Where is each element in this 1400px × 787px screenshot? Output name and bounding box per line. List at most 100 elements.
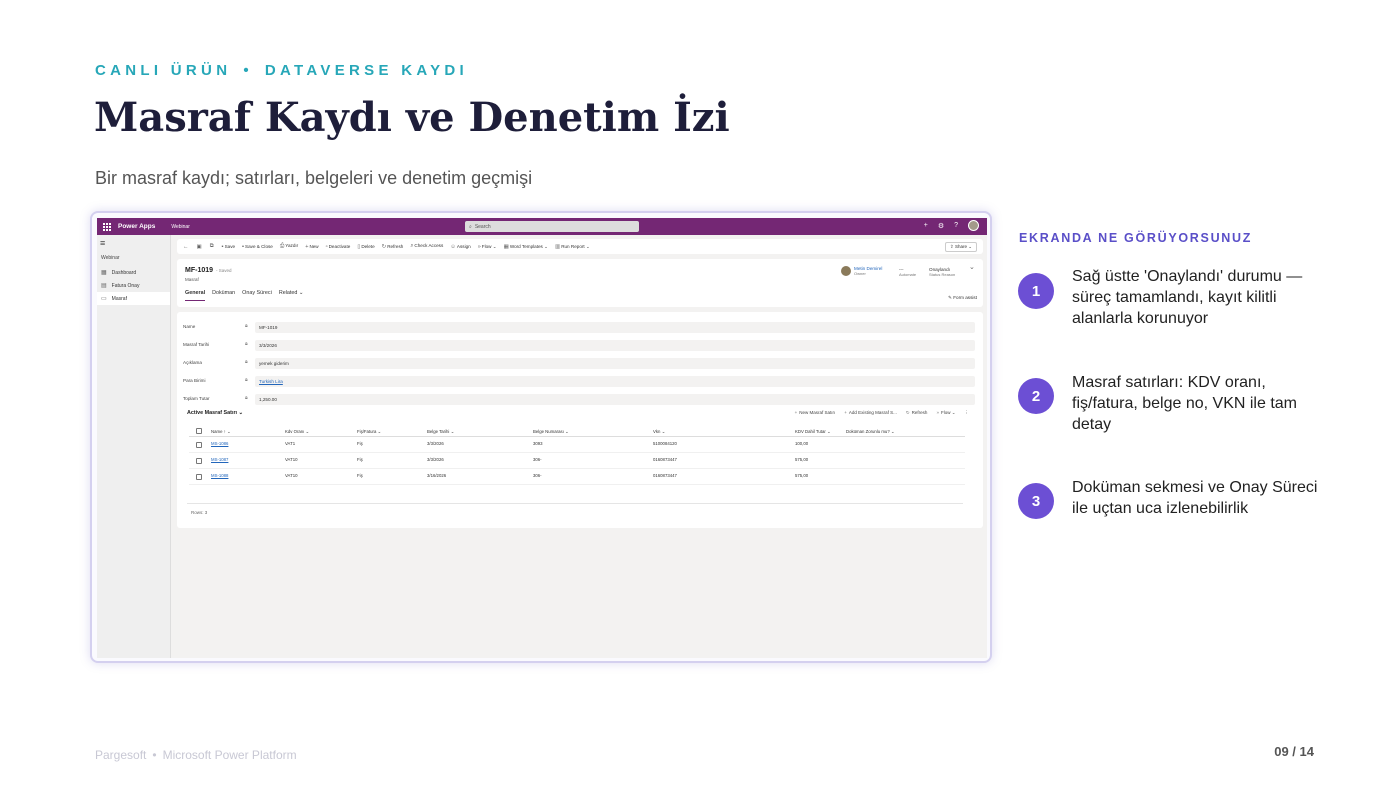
user-avatar[interactable]	[968, 220, 979, 231]
record-owner[interactable]: Metin Demirel Owner	[841, 266, 882, 276]
page-number: 09 / 14	[1274, 744, 1314, 759]
row-name-link[interactable]: MS-1087	[211, 457, 228, 462]
nav-item-label: Fatura Onay	[111, 282, 140, 289]
nav-item-label: Masraf	[111, 295, 127, 302]
form-body: Name 🔒︎ MF-1019 Masraf Tarihi 🔒︎ 3/3/202…	[177, 312, 983, 528]
row-date: 3/16/2026	[427, 473, 447, 478]
subgrid-actions: + New Masraf Satırı + Add Existing Masraf …	[795, 410, 969, 416]
lock-icon: 🔒︎	[245, 359, 248, 365]
cmd-save-close[interactable]: ▪Save & Close	[242, 244, 273, 250]
subgrid-table: Name ↑ ⌄ Kdv Oranı ⌄ Fiş/Fatura ⌄ Belge …	[189, 425, 965, 485]
nav-item-fatura-onay[interactable]: ▤ Fatura Onay	[97, 279, 170, 292]
app-launcher-icon[interactable]	[103, 222, 111, 231]
nav-item-masraf[interactable]: ▭ Masraf	[97, 292, 170, 305]
row-kdv: VAT10	[285, 473, 298, 478]
subgrid-refresh-button[interactable]: ↻ Refresh	[906, 410, 928, 416]
col-belge-numarasi[interactable]: Belge Numarası ⌄	[533, 429, 569, 435]
col-belge-tarihi[interactable]: Belge Tarihi ⌄	[427, 429, 454, 435]
cmd-delete[interactable]: ▯Delete	[357, 244, 374, 250]
form-assist-button[interactable]: ✎ Form assist	[948, 295, 977, 301]
flow-icon: »	[477, 243, 481, 250]
app-brand[interactable]: Power Apps	[118, 223, 155, 230]
plus-icon: +	[844, 410, 847, 415]
deactivate-icon: ▫	[325, 243, 328, 250]
row-name-link[interactable]: MS-1088	[211, 473, 228, 478]
currency-lookup-link[interactable]: Turkish Lira	[255, 376, 975, 387]
col-name[interactable]: Name ↑ ⌄	[211, 429, 231, 435]
add-icon[interactable]: +	[924, 222, 928, 229]
top-bar-icons: + ⚙ ?	[924, 220, 979, 231]
point-badge-3: 3	[1018, 483, 1054, 519]
row-checkbox[interactable]	[196, 458, 202, 464]
share-button[interactable]: ⇪ Share ⌄	[944, 242, 977, 252]
cmd-save[interactable]: ▪Save	[222, 244, 235, 250]
magnifier-icon: ⌕	[410, 243, 414, 249]
col-kdv-dahil-tutar[interactable]: KDV Dahil Tutar ⌄	[795, 429, 831, 435]
select-all-checkbox[interactable]	[196, 428, 202, 434]
cmd-flow[interactable]: »Flow ⌄	[478, 244, 497, 250]
refresh-icon: ↻	[381, 243, 387, 250]
app-top-bar: Power Apps Webinar ⌕ Search + ⚙ ?	[97, 218, 987, 235]
field-value[interactable]: 1,250.00	[255, 394, 975, 405]
field-value[interactable]: MF-1019	[255, 322, 975, 333]
row-amount: 575,00	[795, 473, 809, 478]
more-options-icon[interactable]: ⋮	[965, 410, 970, 416]
row-fis: Fiş	[357, 473, 363, 478]
subgrid-flow-button[interactable]: » Flow ⌄	[936, 410, 955, 416]
tab-dokuman[interactable]: Doküman	[212, 290, 235, 301]
cmd-refresh[interactable]: ↻Refresh	[382, 244, 404, 250]
command-bar: ← ▣ ⧉ ▪Save ▪Save & Close ⎙Yazdır +New ▫…	[177, 239, 983, 254]
cmd-run-report[interactable]: ▥Run Report ⌄	[555, 244, 590, 250]
cmd-word-templates[interactable]: ▦Word Templates ⌄	[504, 244, 548, 250]
nav-area-title: Webinar	[101, 255, 120, 261]
gear-icon[interactable]: ⚙	[938, 222, 944, 230]
tab-onay-sureci[interactable]: Onay Süreci	[242, 290, 272, 301]
nav-item-dashboard[interactable]: ▦ Dashboard	[97, 266, 170, 279]
cmd-assign[interactable]: ☺Assign	[450, 244, 470, 250]
person-icon: ☺	[450, 243, 456, 250]
cmd-new[interactable]: +New	[305, 244, 318, 250]
table-row[interactable]: MS-1087 VAT10 Fiş 3/3/2026 306- 01608734…	[189, 453, 965, 469]
subgrid-divider	[187, 503, 963, 504]
help-icon[interactable]: ?	[954, 222, 958, 229]
table-row[interactable]: MS-1086 VAT1 Fiş 3/3/2026 3093 510008412…	[189, 437, 965, 453]
list-icon: ▤	[101, 283, 107, 289]
screenshot-frame: Power Apps Webinar ⌕ Search + ⚙ ? ≡ Webi…	[90, 211, 992, 663]
save-status: - Saved	[216, 268, 232, 273]
row-vkn: 0160873447	[653, 457, 677, 462]
cmd-print[interactable]: ⎙Yazdır	[280, 243, 298, 250]
header-expand-chevron-icon[interactable]: ⌄	[969, 263, 975, 271]
hamburger-menu-icon[interactable]: ≡	[100, 238, 170, 248]
field-label: Açıklama	[183, 360, 202, 365]
col-vkn[interactable]: Vkn ⌄	[653, 429, 665, 435]
save-close-icon: ▪	[242, 243, 245, 250]
table-row[interactable]: MS-1088 VAT10 Fiş 3/16/2026 306- 0160873…	[189, 469, 965, 485]
new-line-button[interactable]: + New Masraf Satırı	[795, 410, 836, 416]
cmd-deactivate[interactable]: ▫Deactivate	[326, 244, 351, 250]
dashboard-icon: ▦	[101, 270, 107, 276]
col-fis-fatura[interactable]: Fiş/Fatura ⌄	[357, 429, 381, 435]
lock-icon: 🔒︎	[245, 377, 248, 383]
row-name-link[interactable]: MS-1086	[211, 441, 228, 446]
row-checkbox[interactable]	[196, 442, 202, 448]
col-dokuman-zorunlu[interactable]: Doküman Zorunlu mu? ⌄	[846, 429, 895, 435]
print-icon: ⎙	[279, 243, 285, 249]
global-search-input[interactable]: ⌕ Search	[465, 221, 639, 232]
row-amount: 575,00	[795, 457, 809, 462]
form-view-icon[interactable]: ▣	[197, 244, 202, 250]
row-kdv: VAT1	[285, 441, 296, 446]
row-fis: Fiş	[357, 457, 363, 462]
open-new-window-icon[interactable]: ⧉	[210, 243, 214, 250]
form-tabs: General Doküman Onay Süreci Related ⌄	[185, 290, 303, 301]
tab-related[interactable]: Related ⌄	[279, 290, 304, 301]
col-kdv-orani[interactable]: Kdv Oranı ⌄	[285, 429, 309, 435]
subgrid-title[interactable]: Active Masraf Satırı ⌄	[187, 410, 243, 416]
back-arrow-icon[interactable]: ←	[183, 244, 189, 250]
field-value[interactable]: yemek giderim	[255, 358, 975, 369]
row-checkbox[interactable]	[196, 474, 202, 480]
tab-general[interactable]: General	[185, 290, 206, 301]
cmd-check-access[interactable]: ⌕Check Access	[410, 243, 443, 250]
field-value[interactable]: 3/3/2026	[255, 340, 975, 351]
search-placeholder: Search	[474, 223, 491, 230]
add-existing-button[interactable]: + Add Existing Masraf S...	[844, 410, 897, 416]
